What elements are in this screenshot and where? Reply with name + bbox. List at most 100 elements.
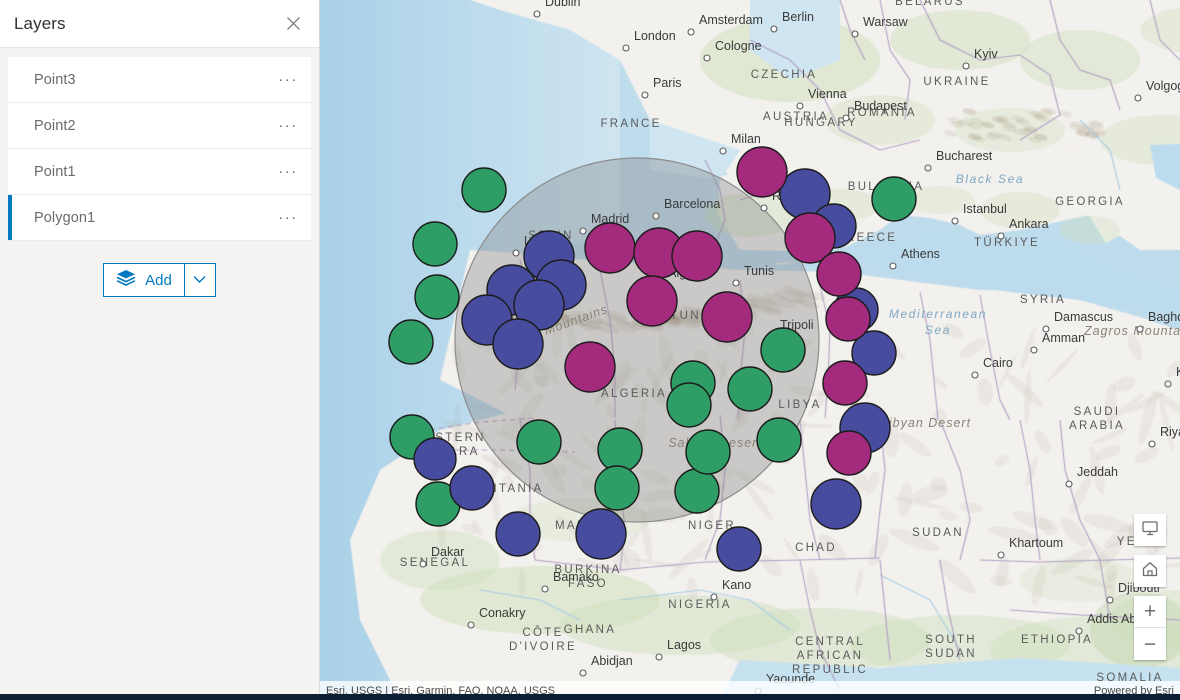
map-point-marker[interactable]: [627, 276, 677, 326]
home-widget-button[interactable]: [1134, 555, 1166, 587]
map-point-marker[interactable]: [737, 147, 787, 197]
layer-item-point1[interactable]: Point1 ···: [8, 149, 311, 195]
map-point-marker[interactable]: [827, 431, 871, 475]
zoom-in-button[interactable]: +: [1134, 596, 1166, 628]
city-label: Conakry: [479, 606, 526, 620]
city-label: Baghdad: [1148, 310, 1180, 324]
city-dot: [642, 92, 648, 98]
zoom-out-button[interactable]: −: [1134, 628, 1166, 660]
add-button-group: Add: [103, 263, 216, 297]
map-point-marker[interactable]: [826, 297, 870, 341]
map-point-marker[interactable]: [595, 466, 639, 510]
map-point-marker[interactable]: [576, 509, 626, 559]
city-dot: [733, 280, 739, 286]
city-label: Lagos: [667, 638, 701, 652]
city-label: Amsterdam: [699, 13, 763, 27]
city-dot: [1066, 481, 1072, 487]
add-button[interactable]: Add: [103, 263, 185, 297]
map-point-marker[interactable]: [811, 479, 861, 529]
country-label: TÜRKIYE: [974, 237, 1040, 249]
layer-item-polygon1[interactable]: Polygon1 ···: [8, 195, 311, 241]
layer-options-icon[interactable]: ···: [273, 195, 311, 240]
city-label: Paris: [653, 76, 681, 90]
map-point-marker[interactable]: [757, 418, 801, 462]
city-dot: [998, 552, 1004, 558]
city-dot: [623, 45, 629, 51]
map-point-marker[interactable]: [702, 292, 752, 342]
country-label: FRANCE: [600, 118, 661, 130]
map-point-marker[interactable]: [413, 222, 457, 266]
city-dot: [711, 594, 717, 600]
map-point-marker[interactable]: [517, 420, 561, 464]
minus-icon: −: [1144, 634, 1156, 655]
city-label: Kyiv: [974, 47, 998, 61]
map-point-marker[interactable]: [672, 231, 722, 281]
city-dot: [420, 561, 426, 567]
map-point-marker[interactable]: [872, 177, 916, 221]
layer-item-label: Point1: [8, 164, 273, 180]
country-label: CENTRAL: [795, 636, 865, 648]
city-dot: [797, 103, 803, 109]
layer-item-point3[interactable]: Point3 ···: [8, 57, 311, 103]
city-dot: [653, 213, 659, 219]
map-point-marker[interactable]: [415, 275, 459, 319]
city-dot: [513, 250, 519, 256]
close-icon[interactable]: [279, 10, 307, 38]
city-label: Abidjan: [591, 654, 633, 668]
city-dot: [468, 622, 474, 628]
country-label: CZECHIA: [751, 69, 818, 81]
city-dot: [1107, 597, 1113, 603]
city-label: Bucharest: [936, 149, 993, 163]
map-point-marker[interactable]: [675, 469, 719, 513]
add-dropdown-button[interactable]: [185, 263, 216, 297]
map-point-marker[interactable]: [667, 383, 711, 427]
city-dot: [580, 228, 586, 234]
layer-item-point2[interactable]: Point2 ···: [8, 103, 311, 149]
map-point-marker[interactable]: [450, 466, 494, 510]
country-label: LIBYA: [778, 399, 821, 411]
map-point-marker[interactable]: [686, 430, 730, 474]
map-point-marker[interactable]: [585, 223, 635, 273]
map-view[interactable]: Black Sea Mediterranean Sea Atlas Mountains…: [320, 0, 1180, 700]
map-point-marker[interactable]: [462, 168, 506, 212]
map-point-marker[interactable]: [761, 328, 805, 372]
country-label: SYRIA: [1020, 294, 1066, 306]
water-label: Sea: [925, 323, 951, 337]
city-label: Warsaw: [863, 15, 909, 29]
map-point-marker[interactable]: [414, 438, 456, 480]
city-label: Amman: [1042, 331, 1085, 345]
country-label: GEORGIA: [1055, 196, 1125, 208]
layer-options-icon[interactable]: ···: [273, 149, 311, 194]
map-point-marker[interactable]: [717, 527, 761, 571]
map-point-marker[interactable]: [817, 252, 861, 296]
city-label: Ankara: [1009, 217, 1049, 231]
city-label: Cologne: [715, 39, 762, 53]
country-label: SAUDI: [1074, 406, 1121, 418]
physical-label: Zagros Mountains: [1083, 324, 1180, 338]
physical-label: Libyan Desert: [881, 416, 971, 430]
map-point-marker[interactable]: [493, 319, 543, 369]
city-dot: [843, 115, 849, 121]
map-point-marker[interactable]: [565, 342, 615, 392]
city-dot: [1137, 326, 1143, 332]
city-dot: [1031, 347, 1037, 353]
city-dot: [704, 55, 710, 61]
layer-options-icon[interactable]: ···: [273, 57, 311, 102]
layer-item-label: Point2: [8, 118, 273, 134]
city-dot: [688, 29, 694, 35]
city-dot: [1165, 381, 1171, 387]
layer-options-icon[interactable]: ···: [273, 103, 311, 148]
map-point-marker[interactable]: [598, 428, 642, 472]
country-label: ETHIOPIA: [1021, 634, 1093, 646]
city-label: Kano: [722, 578, 751, 592]
map-point-marker[interactable]: [823, 361, 867, 405]
display-widget-button[interactable]: [1134, 514, 1166, 546]
country-label: AFRICAN: [797, 650, 864, 662]
map-point-marker[interactable]: [496, 512, 540, 556]
chevron-down-icon: [193, 271, 206, 289]
map-point-marker[interactable]: [728, 367, 772, 411]
zoom-controls: + −: [1134, 596, 1166, 660]
city-label: London: [634, 29, 676, 43]
city-label: Dakar: [431, 545, 464, 559]
map-point-marker[interactable]: [389, 320, 433, 364]
